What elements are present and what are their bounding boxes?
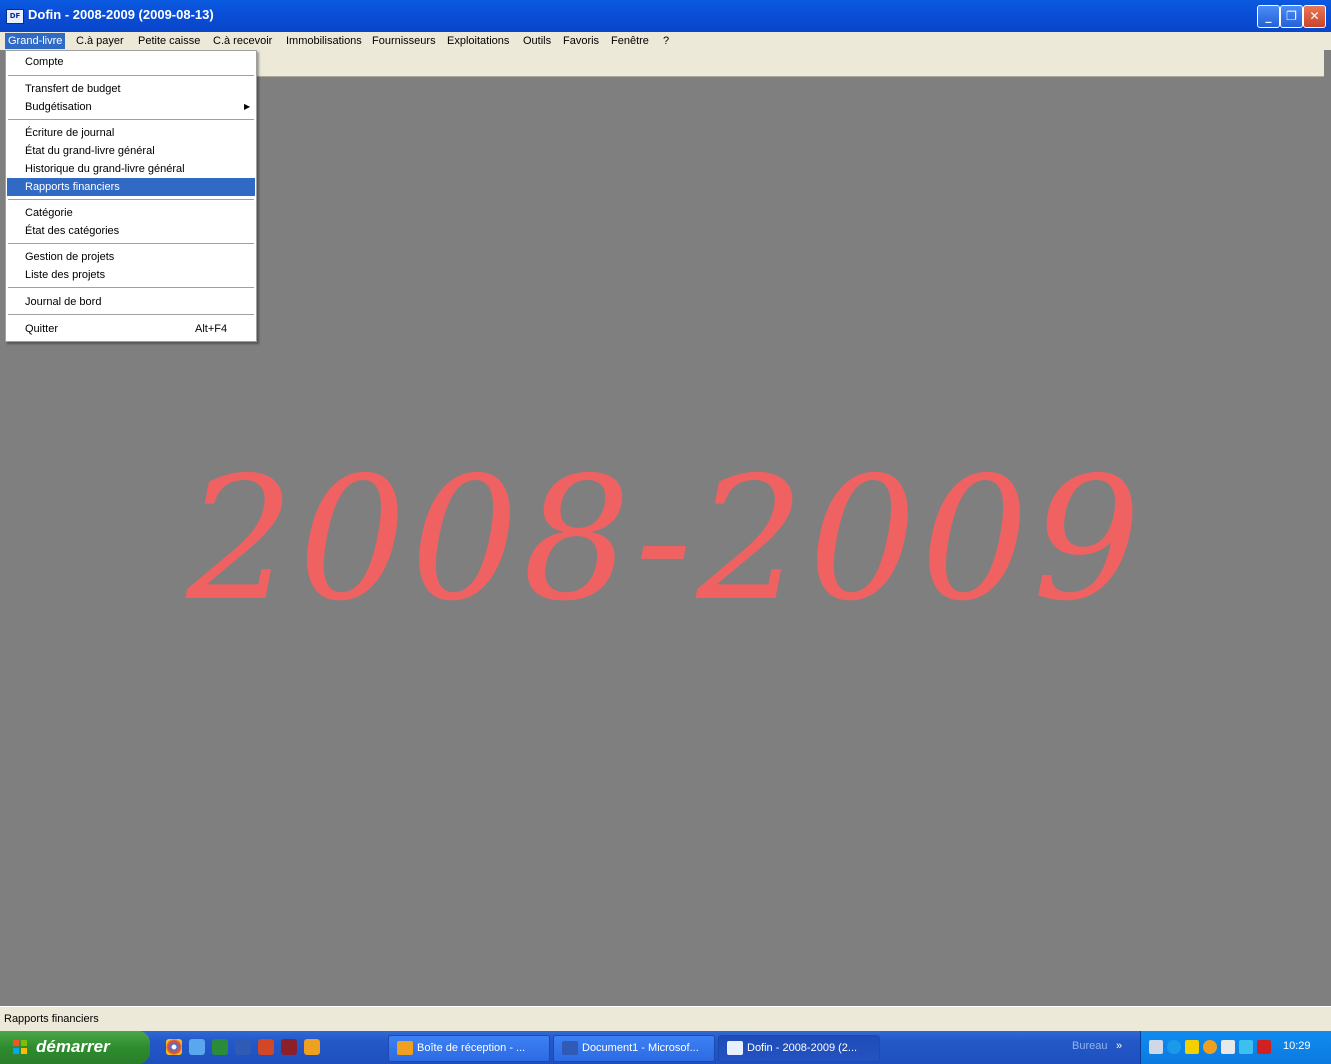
status-text: Rapports financiers <box>4 1013 99 1025</box>
close-button[interactable]: ✕ <box>1303 5 1326 28</box>
task-dofin[interactable]: Dofin - 2008-2009 (2... <box>718 1035 880 1062</box>
display-icon[interactable] <box>1239 1040 1253 1054</box>
menu-item-budgetisation[interactable]: Budgétisation ▶ <box>7 98 255 116</box>
fiscal-year-watermark: 2008-2009 <box>186 441 1145 639</box>
outlook-tray-icon[interactable] <box>1203 1040 1217 1054</box>
menu-outils[interactable]: Outils <box>520 33 554 49</box>
excel-icon[interactable] <box>212 1039 228 1055</box>
menu-exploitations[interactable]: Exploitations <box>444 33 512 49</box>
chevron-icon[interactable]: » <box>1116 1040 1122 1052</box>
chrome-icon[interactable] <box>166 1039 182 1055</box>
menu-favoris[interactable]: Favoris <box>560 33 602 49</box>
shortcut-label: Alt+F4 <box>195 323 228 335</box>
network-icon[interactable] <box>1167 1040 1181 1054</box>
antivirus-icon[interactable] <box>1257 1040 1271 1054</box>
menu-separator <box>8 119 254 120</box>
menu-separator <box>8 75 254 76</box>
menu-item-transfert-de-budget[interactable]: Transfert de budget <box>7 80 255 98</box>
grand-livre-dropdown: Compte Transfert de budget Budgétisation… <box>5 50 257 342</box>
taskbar: démarrer Boîte de réception - ... Docume… <box>0 1031 1331 1064</box>
task-boite-de-reception[interactable]: Boîte de réception - ... <box>388 1035 550 1062</box>
menu-separator <box>8 243 254 244</box>
menu-fenetre[interactable]: Fenêtre <box>608 33 652 49</box>
menu-item-ecriture-de-journal[interactable]: Écriture de journal <box>7 124 255 142</box>
menu-bar: Grand-livre C.à payer Petite caisse C.à … <box>0 32 1331 50</box>
menu-separator <box>8 199 254 200</box>
task-document1[interactable]: Document1 - Microsof... <box>553 1035 715 1062</box>
menu-c-a-payer[interactable]: C.à payer <box>73 33 127 49</box>
restore-button[interactable]: ❐ <box>1280 5 1303 28</box>
toolbar <box>257 50 1324 77</box>
title-bar[interactable]: DF Dofin - 2008-2009 (2009-08-13) _ ❐ ✕ <box>0 0 1331 32</box>
ie-icon[interactable] <box>189 1039 205 1055</box>
menu-item-etat-grand-livre[interactable]: État du grand-livre général <box>7 142 255 160</box>
minimize-button[interactable]: _ <box>1257 5 1280 28</box>
menu-item-journal-de-bord[interactable]: Journal de bord <box>7 293 255 311</box>
word-icon <box>562 1041 578 1055</box>
menu-item-quitter[interactable]: Quitter Alt+F4 <box>7 320 255 338</box>
menu-item-rapports-financiers[interactable]: Rapports financiers <box>7 178 255 196</box>
menu-item-historique-grand-livre[interactable]: Historique du grand-livre général <box>7 160 255 178</box>
cursor-icon[interactable] <box>1221 1040 1235 1054</box>
system-tray: 10:29 <box>1140 1031 1331 1064</box>
word-icon[interactable] <box>235 1039 251 1055</box>
outlook-icon <box>397 1041 413 1055</box>
menu-separator <box>8 314 254 315</box>
powerpoint-icon[interactable] <box>258 1039 274 1055</box>
submenu-arrow-icon: ▶ <box>244 102 251 111</box>
menu-petite-caisse[interactable]: Petite caisse <box>135 33 203 49</box>
menu-item-liste-des-projets[interactable]: Liste des projets <box>7 266 255 284</box>
menu-item-etat-des-categories[interactable]: État des catégories <box>7 222 255 240</box>
status-bar: Rapports financiers <box>0 1006 1331 1031</box>
menu-immobilisations[interactable]: Immobilisations <box>283 33 365 49</box>
keyboard-icon[interactable] <box>1149 1040 1163 1054</box>
menu-help[interactable]: ? <box>660 33 672 49</box>
outlook-icon[interactable] <box>304 1039 320 1055</box>
windows-flag-icon <box>13 1040 27 1054</box>
start-button[interactable]: démarrer <box>0 1031 150 1064</box>
menu-item-gestion-de-projets[interactable]: Gestion de projets <box>7 248 255 266</box>
window-title: Dofin - 2008-2009 (2009-08-13) <box>28 7 214 22</box>
clock[interactable]: 10:29 <box>1283 1040 1311 1052</box>
menu-fournisseurs[interactable]: Fournisseurs <box>369 33 439 49</box>
menu-item-compte[interactable]: Compte <box>7 53 255 71</box>
mail-icon[interactable] <box>1185 1040 1199 1054</box>
dofin-icon: DF <box>6 9 24 24</box>
dofin-icon <box>727 1041 743 1055</box>
bureau-toolbar-label[interactable]: Bureau <box>1072 1040 1107 1052</box>
menu-separator <box>8 287 254 288</box>
access-icon[interactable] <box>281 1039 297 1055</box>
menu-grand-livre[interactable]: Grand-livre <box>5 33 66 49</box>
start-label: démarrer <box>36 1037 110 1056</box>
menu-item-categorie[interactable]: Catégorie <box>7 204 255 222</box>
menu-c-a-recevoir[interactable]: C.à recevoir <box>210 33 275 49</box>
